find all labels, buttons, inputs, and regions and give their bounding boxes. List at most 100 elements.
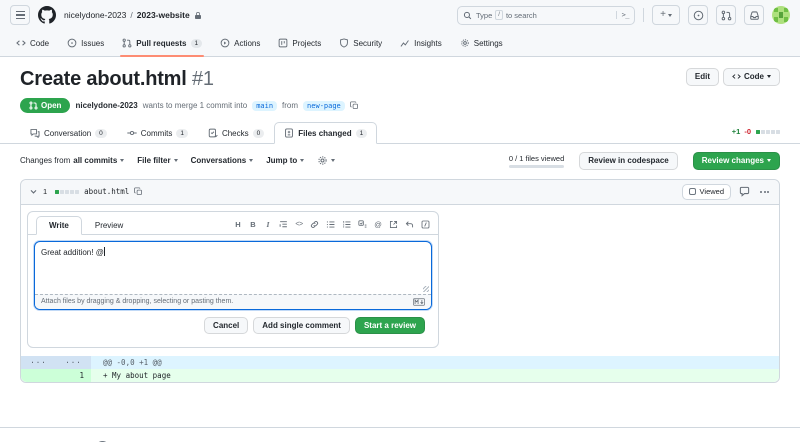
mention-icon[interactable]: @ bbox=[374, 220, 382, 230]
breadcrumb-owner[interactable]: nicelydone-2023 bbox=[64, 10, 126, 20]
italic-icon[interactable]: I bbox=[264, 220, 272, 230]
slash-commands-icon[interactable] bbox=[421, 220, 430, 230]
caret-down-icon bbox=[120, 159, 125, 163]
nav-tab-label: Projects bbox=[292, 38, 322, 48]
nav-tab-label: Insights bbox=[414, 38, 442, 48]
commit-icon bbox=[127, 130, 137, 136]
collapse-file-chevron[interactable] bbox=[29, 187, 38, 196]
start-review-button[interactable]: Start a review bbox=[354, 316, 425, 335]
command-palette-icon[interactable]: >_ bbox=[615, 11, 630, 19]
cross-reference-icon[interactable] bbox=[389, 220, 398, 230]
checklist-icon bbox=[208, 128, 218, 138]
hamburger-menu-button[interactable] bbox=[10, 5, 30, 25]
ordered-list-icon[interactable] bbox=[342, 220, 351, 230]
issues-global-button[interactable] bbox=[688, 5, 708, 25]
nav-tab-projects[interactable]: Projects bbox=[272, 30, 327, 56]
attach-files-bar[interactable]: Attach files by dragging & dropping, sel… bbox=[35, 293, 431, 309]
pull-requests-global-button[interactable] bbox=[716, 5, 736, 25]
edit-button[interactable]: Edit bbox=[685, 68, 719, 86]
attach-hint-text: Attach files by dragging & dropping, sel… bbox=[41, 298, 234, 306]
search-placeholder-pre: Type bbox=[476, 10, 493, 20]
code-button[interactable]: Code bbox=[723, 68, 780, 86]
copy-file-path-icon[interactable] bbox=[134, 187, 143, 196]
user-avatar[interactable] bbox=[772, 6, 790, 24]
nav-tab-issues[interactable]: Issues bbox=[61, 30, 110, 56]
preview-tab[interactable]: Preview bbox=[82, 216, 136, 235]
files-viewed-text: 0 / 1 files viewed bbox=[508, 153, 565, 163]
base-branch-chip[interactable]: main bbox=[252, 100, 278, 111]
old-line-number-cell[interactable] bbox=[21, 369, 56, 383]
diffstat: +1 -0 bbox=[732, 127, 780, 143]
nav-tab-label: Settings bbox=[473, 38, 503, 48]
resize-grip-icon[interactable] bbox=[423, 285, 429, 292]
tab-checks[interactable]: Checks 0 bbox=[198, 122, 274, 144]
nav-tab-pull-requests[interactable]: Pull requests 1 bbox=[116, 30, 208, 57]
nav-tab-security[interactable]: Security bbox=[333, 30, 388, 56]
pr-tabnav: Conversation 0 Commits 1 Checks 0 Files … bbox=[0, 122, 800, 144]
caret-down-icon bbox=[767, 75, 771, 79]
changes-from-dropdown[interactable]: Changes from all commits bbox=[20, 156, 125, 166]
inbox-button[interactable] bbox=[744, 5, 764, 25]
review-changes-button[interactable]: Review changes bbox=[692, 152, 780, 170]
tab-label: Files changed bbox=[298, 128, 352, 138]
file-header: 1 about.html Viewed bbox=[21, 179, 779, 205]
nav-tab-label: Actions bbox=[234, 38, 261, 48]
expand-diff-down-button[interactable]: ··· bbox=[56, 356, 91, 370]
nav-tab-settings[interactable]: Settings bbox=[454, 30, 509, 56]
nav-tab-insights[interactable]: Insights bbox=[394, 30, 448, 56]
unordered-list-icon[interactable] bbox=[326, 220, 335, 230]
viewed-checkbox[interactable] bbox=[688, 188, 696, 196]
tab-conversation[interactable]: Conversation 0 bbox=[20, 122, 117, 144]
diff-settings-dropdown[interactable] bbox=[317, 155, 336, 166]
breadcrumb: nicelydone-2023 / 2023-website bbox=[64, 10, 202, 20]
graph-icon bbox=[400, 40, 409, 47]
code-icon[interactable]: <> bbox=[295, 220, 303, 230]
issue-opened-icon bbox=[67, 38, 77, 48]
nav-tab-code[interactable]: Code bbox=[10, 30, 55, 56]
create-new-button[interactable]: + bbox=[652, 5, 680, 25]
status-badge-open: Open bbox=[20, 98, 71, 113]
expand-diff-up-button[interactable]: ··· bbox=[21, 356, 56, 370]
add-single-comment-button[interactable]: Add single comment bbox=[253, 316, 350, 335]
breadcrumb-repo[interactable]: 2023-website bbox=[137, 10, 190, 20]
conversations-label: Conversations bbox=[190, 156, 247, 166]
conversations-dropdown[interactable]: Conversations bbox=[191, 156, 254, 165]
gear-icon bbox=[318, 156, 327, 165]
jump-to-dropdown[interactable]: Jump to bbox=[266, 156, 305, 165]
nav-tab-label: Issues bbox=[81, 38, 105, 48]
hunk-header-row: ··· ··· @@ -0,0 +1 @@ bbox=[21, 356, 779, 370]
bold-icon[interactable]: B bbox=[249, 220, 257, 230]
caret-down-icon bbox=[300, 159, 305, 163]
hunk-header-text: @@ -0,0 +1 @@ bbox=[91, 356, 779, 370]
task-list-icon[interactable] bbox=[358, 220, 367, 230]
search-input[interactable]: Type / to search >_ bbox=[457, 5, 635, 25]
head-branch-chip[interactable]: new-page bbox=[303, 100, 345, 111]
changes-from-value: all commits bbox=[73, 156, 118, 166]
pr-author[interactable]: nicelydone-2023 bbox=[75, 101, 137, 110]
caret-down-icon bbox=[173, 159, 178, 163]
quote-icon[interactable] bbox=[279, 220, 288, 230]
tab-count-badge: 1 bbox=[355, 128, 368, 138]
heading-icon[interactable]: H bbox=[234, 220, 242, 230]
file-options-kebab-icon[interactable] bbox=[758, 189, 771, 195]
github-logo-icon[interactable] bbox=[38, 6, 56, 24]
copy-branch-icon[interactable] bbox=[349, 101, 359, 110]
link-icon[interactable] bbox=[310, 220, 319, 230]
cancel-button[interactable]: Cancel bbox=[204, 316, 249, 335]
viewed-checkbox-button[interactable]: Viewed bbox=[681, 183, 731, 200]
file-name[interactable]: about.html bbox=[84, 187, 129, 196]
saved-replies-icon[interactable] bbox=[405, 220, 414, 230]
pull-requests-count-badge: 1 bbox=[190, 38, 203, 48]
nav-tab-actions[interactable]: Actions bbox=[214, 30, 266, 56]
file-comment-icon[interactable] bbox=[739, 186, 750, 197]
tab-commits[interactable]: Commits 1 bbox=[117, 122, 198, 144]
search-placeholder-post: to search bbox=[505, 10, 537, 20]
tab-files-changed[interactable]: Files changed 1 bbox=[274, 122, 378, 144]
new-line-number[interactable]: 1 bbox=[56, 369, 91, 383]
review-in-codespace-button[interactable]: Review in codespace bbox=[579, 152, 678, 170]
write-tab[interactable]: Write bbox=[36, 215, 82, 235]
diffstat-blocks-icon bbox=[756, 129, 780, 134]
file-filter-dropdown[interactable]: File filter bbox=[137, 156, 178, 165]
changes-from-prefix: Changes from bbox=[20, 156, 71, 166]
comment-textarea[interactable]: Great addition! @ bbox=[35, 242, 431, 294]
